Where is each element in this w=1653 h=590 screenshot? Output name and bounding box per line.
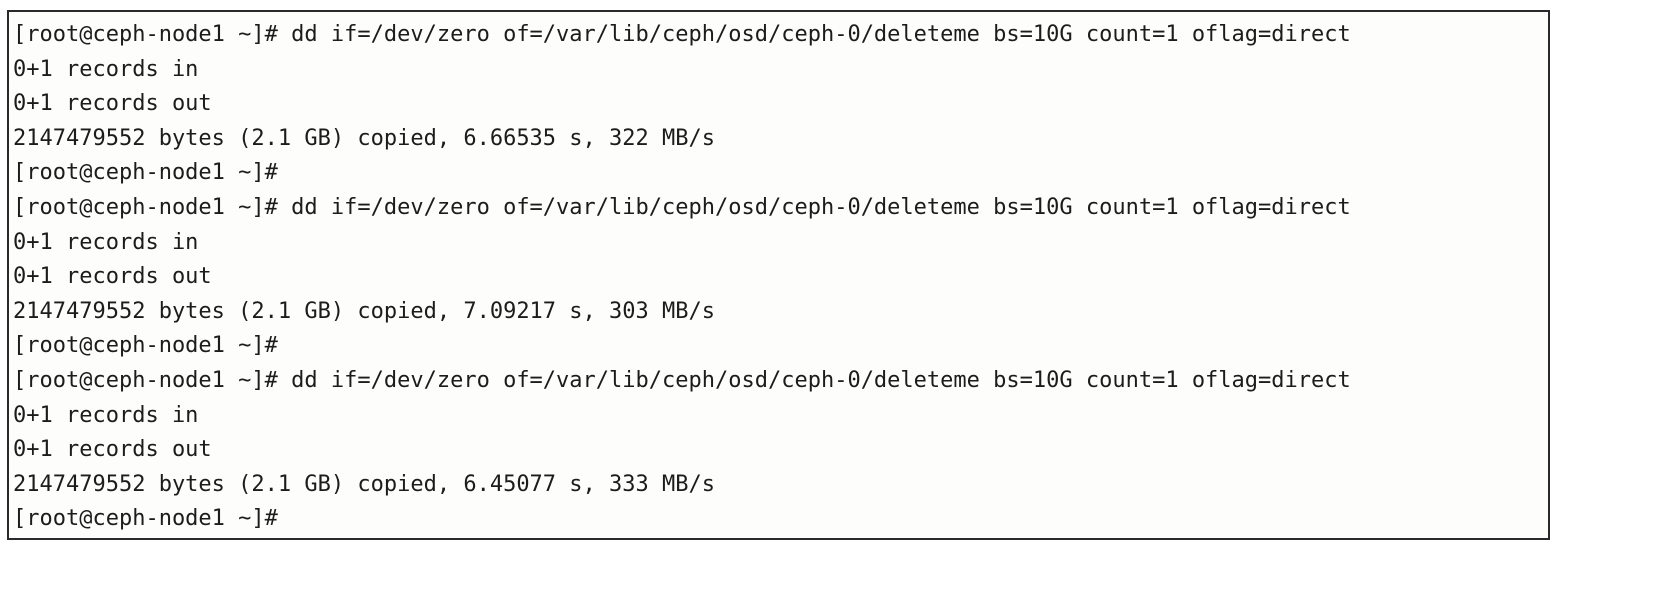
- terminal-line-output: 0+1 records in: [13, 56, 199, 82]
- terminal-line-output: 0+1 records in: [13, 229, 199, 255]
- terminal-line-prompt: [root@ceph-node1 ~]#: [13, 506, 278, 532]
- terminal-line-output: 0+1 records out: [13, 264, 212, 290]
- terminal-line-output: 2147479552 bytes (2.1 GB) copied, 6.4507…: [13, 471, 715, 497]
- terminal-line-command: [root@ceph-node1 ~]# dd if=/dev/zero of=…: [13, 194, 1351, 220]
- terminal-output: [root@ceph-node1 ~]# dd if=/dev/zero of=…: [13, 18, 1548, 537]
- terminal-line-output: 0+1 records out: [13, 91, 212, 117]
- terminal-line-command: [root@ceph-node1 ~]# dd if=/dev/zero of=…: [13, 367, 1351, 393]
- terminal-line-command: [root@ceph-node1 ~]# dd if=/dev/zero of=…: [13, 22, 1351, 47]
- terminal-line-output: 2147479552 bytes (2.1 GB) copied, 6.6653…: [13, 125, 715, 151]
- terminal-line-output: 0+1 records out: [13, 437, 212, 463]
- terminal-window[interactable]: [root@ceph-node1 ~]# dd if=/dev/zero of=…: [7, 10, 1550, 540]
- terminal-line-prompt: [root@ceph-node1 ~]#: [13, 160, 278, 186]
- terminal-line-output: 0+1 records in: [13, 402, 199, 428]
- terminal-line-prompt: [root@ceph-node1 ~]#: [13, 333, 278, 359]
- terminal-line-output: 2147479552 bytes (2.1 GB) copied, 7.0921…: [13, 298, 715, 324]
